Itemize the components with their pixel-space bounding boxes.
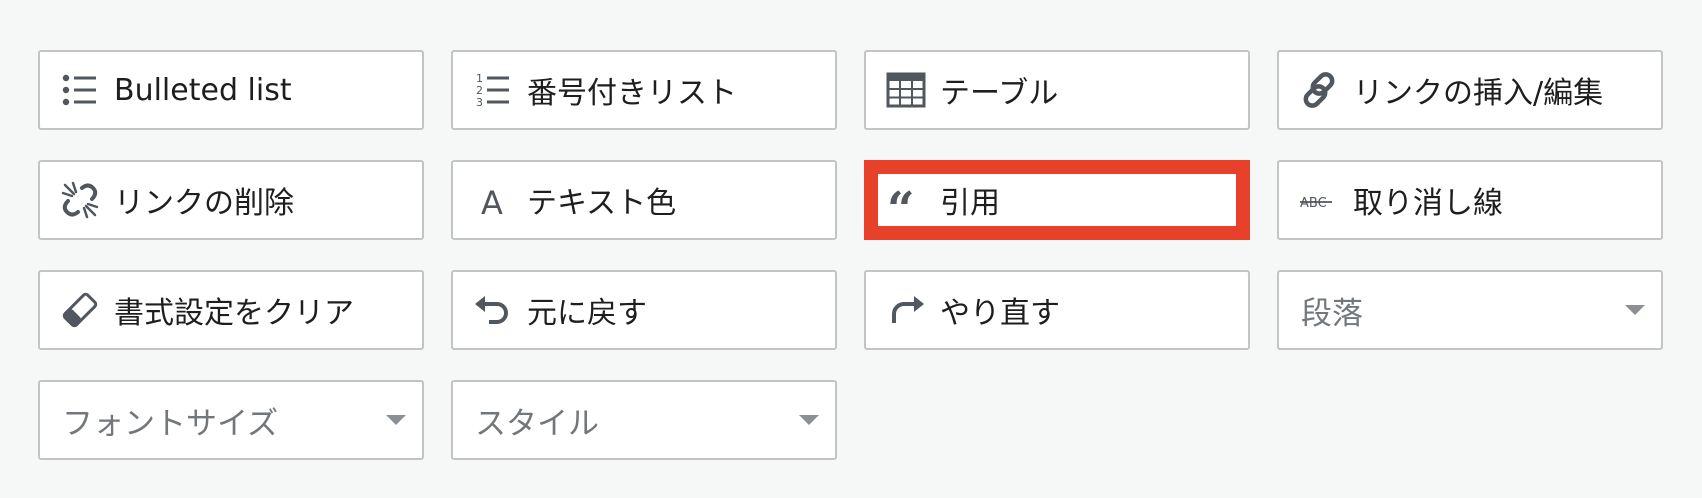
paragraph-format-value: 段落 (1301, 295, 1363, 332)
table-button[interactable]: テーブル (864, 50, 1250, 130)
svg-text:3: 3 (476, 96, 483, 109)
editor-toolbar: Bulleted list 1 2 3 番号付きリスト テーブル リンクの挿入/… (38, 50, 1663, 460)
quote-button[interactable]: “ 引用 (864, 160, 1250, 240)
numbered-list-button[interactable]: 1 2 3 番号付きリスト (451, 50, 837, 130)
svg-text:ABC: ABC (1300, 196, 1327, 211)
link-label: リンクの挿入/編集 (1353, 76, 1604, 111)
undo-icon (473, 290, 513, 330)
strikethrough-label: 取り消し線 (1353, 186, 1503, 221)
text-color-button[interactable]: A テキスト色 (451, 160, 837, 240)
redo-button[interactable]: やり直す (864, 270, 1250, 350)
strikethrough-button[interactable]: ABC 取り消し線 (1277, 160, 1663, 240)
text-color-icon: A (473, 180, 513, 220)
font-size-value: フォントサイズ (62, 405, 279, 442)
clear-formatting-button[interactable]: 書式設定をクリア (38, 270, 424, 350)
bulleted-list-button[interactable]: Bulleted list (38, 50, 424, 130)
table-icon (886, 70, 926, 110)
undo-label: 元に戻す (527, 296, 647, 331)
unlink-icon (60, 180, 100, 220)
redo-label: やり直す (940, 296, 1060, 331)
numbered-list-label: 番号付きリスト (527, 76, 737, 111)
clear-formatting-label: 書式設定をクリア (114, 296, 354, 331)
table-label: テーブル (940, 76, 1059, 111)
dropdown-caret-icon (799, 415, 819, 425)
redo-icon (886, 290, 926, 330)
text-color-label: テキスト色 (527, 186, 677, 221)
style-select[interactable]: スタイル (451, 380, 837, 460)
strikethrough-icon: ABC (1299, 180, 1339, 220)
undo-button[interactable]: 元に戻す (451, 270, 837, 350)
svg-text:A: A (481, 184, 503, 220)
numbered-list-icon: 1 2 3 (473, 70, 513, 110)
eraser-icon (60, 290, 100, 330)
paragraph-format-select[interactable]: 段落 (1277, 270, 1663, 350)
quote-icon: “ (886, 180, 926, 220)
dropdown-caret-icon (386, 415, 406, 425)
quote-label: 引用 (940, 186, 1000, 221)
link-icon (1299, 70, 1339, 110)
svg-text:“: “ (887, 182, 915, 220)
dropdown-caret-icon (1625, 305, 1645, 315)
font-size-select[interactable]: フォントサイズ (38, 380, 424, 460)
unlink-label: リンクの削除 (114, 186, 294, 221)
unlink-button[interactable]: リンクの削除 (38, 160, 424, 240)
link-button[interactable]: リンクの挿入/編集 (1277, 50, 1663, 130)
bulleted-list-icon (60, 70, 100, 110)
style-value: スタイル (475, 405, 599, 442)
bulleted-list-label: Bulleted list (114, 72, 292, 108)
